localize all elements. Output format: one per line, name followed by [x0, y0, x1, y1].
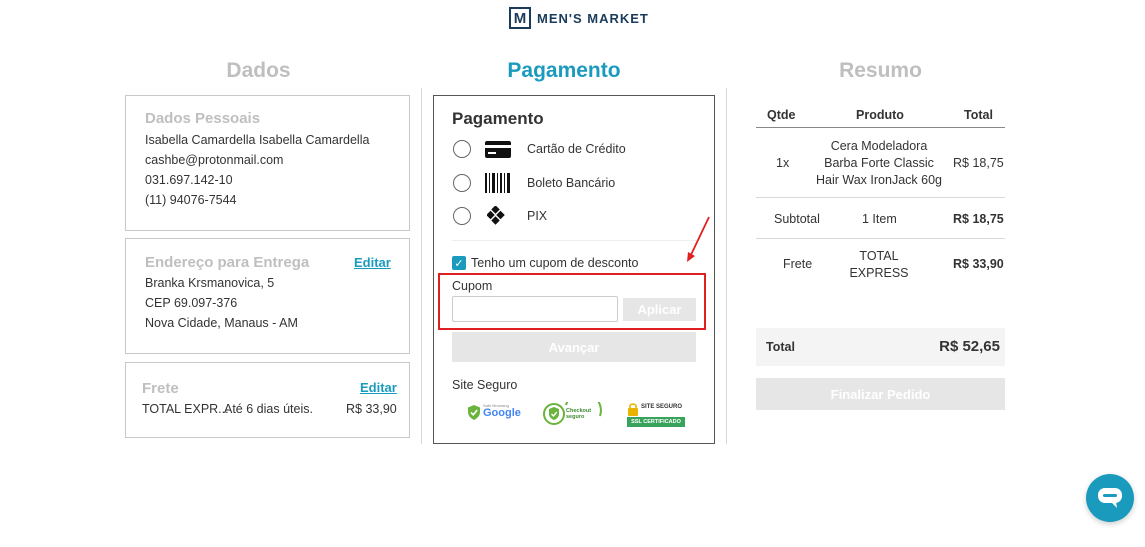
- total-label: Total: [766, 340, 795, 354]
- frete-method: TOTAL EXPRESS: [849, 249, 909, 280]
- coupon-checkbox-label: Tenho um cupom de desconto: [471, 256, 639, 270]
- total-value: R$ 52,65: [939, 338, 1000, 355]
- credit-card-label: Cartão de Crédito: [527, 142, 626, 156]
- shipping-card: Frete Editar TOTAL EXPR... Até 6 dias út…: [125, 362, 410, 438]
- payment-separator: [452, 240, 696, 241]
- edit-address-link[interactable]: Editar: [354, 255, 391, 270]
- logo-text: MEN'S MARKET: [537, 10, 649, 26]
- logo-mark: M: [509, 7, 531, 29]
- checkout-secure-badge: Checkout seguro: [542, 402, 604, 426]
- subtotal-items: 1 Item: [862, 212, 897, 226]
- summary-item-row: 1x Cera Modeladora Barba Forte Classic H…: [756, 128, 1005, 196]
- barcode-icon: [485, 173, 510, 193]
- pix-icon: [487, 206, 505, 225]
- shipping-method: TOTAL EXPR...: [142, 402, 229, 416]
- summary-frete-row: Frete TOTAL EXPRESS R$ 33,90: [756, 239, 1005, 287]
- summary-item-total: R$ 18,75: [953, 156, 1004, 170]
- lock-icon: [628, 403, 638, 416]
- address-city: Nova Cidade, Manaus - AM: [145, 316, 298, 330]
- google-safe-badge: Safe Browsing Google: [468, 403, 521, 425]
- finish-order-button[interactable]: Finalizar Pedido: [756, 378, 1005, 410]
- address-cep: CEP 69.097-376: [145, 296, 238, 310]
- payment-option-boleto[interactable]: Boleto Bancário: [452, 173, 692, 193]
- pix-radio[interactable]: [453, 207, 471, 225]
- shield-icon: [468, 405, 480, 420]
- personal-data-title: Dados Pessoais: [145, 110, 261, 127]
- edit-shipping-link[interactable]: Editar: [360, 380, 397, 395]
- column-divider-left: [421, 88, 422, 444]
- shipping-eta: Até 6 dias úteis.: [224, 402, 313, 416]
- customer-cpf: 031.697.142-10: [145, 173, 233, 187]
- next-button[interactable]: Avançar: [452, 332, 696, 362]
- summary-item-product: Cera Modeladora Barba Forte Classic Hair…: [816, 139, 942, 187]
- coupon-checkbox-row[interactable]: ✓ Tenho um cupom de desconto: [452, 256, 638, 270]
- summary-total-row: Total R$ 52,65: [756, 328, 1005, 366]
- address-card: Endereço para Entrega Editar Branka Krsm…: [125, 238, 410, 354]
- checkout-badge-text: Checkout seguro: [566, 408, 592, 420]
- ssl-badge: SITE SEGURO SSL CERTIFICADO: [627, 402, 685, 428]
- payment-option-pix[interactable]: PIX: [452, 206, 692, 226]
- payment-option-credit-card[interactable]: Cartão de Crédito: [452, 139, 692, 159]
- pix-label: PIX: [527, 209, 548, 223]
- subtotal-value: R$ 18,75: [953, 212, 1004, 226]
- summary-header-row: Qtde Produto Total: [756, 101, 1005, 127]
- address-street: Branka Krsmanovica, 5: [145, 276, 275, 290]
- summary-header-product: Produto: [856, 108, 904, 122]
- customer-email: cashbe@protonmail.com: [145, 153, 284, 167]
- chat-widget-button[interactable]: [1086, 474, 1134, 522]
- payment-title: Pagamento: [452, 109, 544, 128]
- shipping-title: Frete: [142, 380, 179, 397]
- shipping-price: R$ 33,90: [346, 402, 397, 416]
- brand-logo[interactable]: M MEN'S MARKET: [509, 7, 649, 29]
- address-title: Endereço para Entrega: [145, 254, 310, 271]
- ssl-badge-top: SITE SEGURO: [641, 404, 683, 410]
- customer-phone: (11) 94076-7544: [145, 193, 237, 207]
- summary-subtotal-row: Subtotal 1 Item R$ 18,75: [756, 198, 1005, 238]
- secure-site-label: Site Seguro: [452, 378, 518, 392]
- column-divider-right: [726, 88, 727, 444]
- boleto-label: Boleto Bancário: [527, 176, 616, 190]
- summary-header-qty: Qtde: [767, 108, 796, 122]
- summary-item-qty: 1x: [776, 156, 790, 170]
- coupon-checkbox[interactable]: ✓: [452, 256, 466, 270]
- annotation-arrow-icon: [687, 216, 710, 262]
- column-title-pagamento: Pagamento: [507, 59, 621, 82]
- boleto-radio[interactable]: [453, 174, 471, 192]
- credit-card-radio[interactable]: [453, 140, 471, 158]
- payment-card: Pagamento Cartão de Crédito Boleto Bancá…: [433, 95, 715, 444]
- frete-label: Frete: [783, 257, 813, 271]
- google-badge-text: Google: [483, 407, 521, 419]
- ssl-badge-bottom: SSL CERTIFICADO: [627, 417, 685, 427]
- customer-name: Isabella Camardella Isabella Camardella: [145, 133, 370, 147]
- personal-data-card: Dados Pessoais Isabella Camardella Isabe…: [125, 95, 410, 231]
- column-title-resumo: Resumo: [839, 59, 922, 82]
- credit-card-icon: [485, 141, 511, 158]
- chat-bubble-icon: [1098, 488, 1122, 508]
- annotation-highlight-box: [438, 273, 706, 330]
- subtotal-label: Subtotal: [774, 212, 820, 226]
- frete-value: R$ 33,90: [953, 257, 1004, 271]
- summary-header-total: Total: [964, 108, 993, 122]
- column-title-dados: Dados: [226, 59, 291, 82]
